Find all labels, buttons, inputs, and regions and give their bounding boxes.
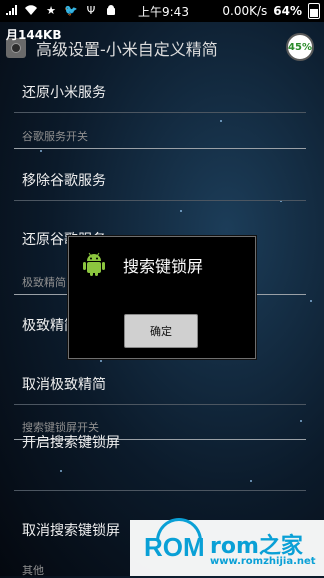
list-item-enable-search-lock[interactable]: 开启搜索键锁屏 xyxy=(22,432,120,452)
signal-icon xyxy=(4,3,18,17)
status-bar: ★ 🐦 Ψ 上午9:43 0.00K/s 64% xyxy=(0,0,324,22)
list-item-disable-search-lock[interactable]: 取消搜索键锁屏 xyxy=(22,520,120,540)
network-speed: 0.00K/s xyxy=(222,4,268,18)
star-dot xyxy=(310,300,312,302)
star-dot xyxy=(60,470,62,472)
list-item-remove-google[interactable]: 移除谷歌服务 xyxy=(22,170,106,190)
battery-percent: 64% xyxy=(273,4,302,18)
traffic-overlay: 月144KB xyxy=(6,28,62,42)
app-header: 高级设置-小米自定义精简 月144KB 45% xyxy=(0,22,324,72)
confirm-button[interactable]: 确定 xyxy=(124,314,198,348)
star-dot xyxy=(100,360,102,362)
android-icon xyxy=(81,251,107,277)
bird-icon: 🐦 xyxy=(64,3,78,17)
wifi-icon xyxy=(24,3,38,17)
star-dot xyxy=(40,150,42,152)
star-dot xyxy=(180,210,182,212)
watermark-rom-text: ROM xyxy=(144,532,205,562)
divider xyxy=(14,490,306,491)
divider xyxy=(14,200,306,201)
android-debug-icon xyxy=(104,3,118,17)
usb-icon: Ψ xyxy=(86,3,96,17)
battery-icon xyxy=(308,3,320,19)
section-header-google: 谷歌服务开关 xyxy=(22,130,88,143)
watermark-url: www.romzhijia.net xyxy=(210,556,316,567)
divider xyxy=(14,112,306,113)
section-header-extreme: 极致精简 xyxy=(22,276,66,289)
divider xyxy=(14,404,306,405)
star-dot xyxy=(220,120,222,122)
list-item-restore-xiaomi[interactable]: 还原小米服务 xyxy=(22,82,106,102)
star-dot xyxy=(250,480,252,482)
star-icon: ★ xyxy=(46,3,56,17)
watermark-logo: ROM rom之家 www.romzhijia.net xyxy=(130,518,324,576)
section-divider xyxy=(14,148,306,149)
star-dot xyxy=(300,420,302,422)
dialog-title: 搜索键锁屏 xyxy=(123,257,204,276)
alert-dialog: 搜索键锁屏 确定 xyxy=(68,236,256,359)
status-time: 上午9:43 xyxy=(138,5,189,19)
memory-progress-indicator[interactable]: 45% xyxy=(286,33,314,61)
list-item-cancel-extreme[interactable]: 取消极致精简 xyxy=(22,374,106,394)
page-title: 高级设置-小米自定义精简 xyxy=(36,40,218,59)
